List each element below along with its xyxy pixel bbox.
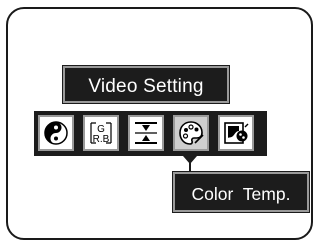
selected-item-label: Color Temp. — [173, 172, 309, 212]
rgb-balance-icon: G R.B — [90, 122, 112, 145]
contrast-icon — [44, 121, 68, 145]
menu-item-sharpness[interactable] — [128, 115, 164, 151]
menu-item-picture-mode[interactable] — [218, 115, 254, 151]
osd-screen-frame: Video Setting G R.B Color Temp. — [6, 7, 313, 240]
menu-icon-bar: G R.B — [34, 111, 267, 156]
tooltip-pointer — [183, 156, 197, 164]
rgb-bottom-letters: R.B — [93, 134, 110, 145]
picture-mode-icon — [224, 122, 249, 144]
menu-item-contrast[interactable] — [38, 115, 74, 151]
sharpness-icon — [135, 122, 157, 144]
color-palette-icon — [179, 121, 204, 145]
menu-title: Video Setting — [63, 66, 229, 103]
menu-item-color-temp[interactable] — [173, 115, 209, 151]
menu-item-rgb-balance[interactable]: G R.B — [83, 115, 119, 151]
